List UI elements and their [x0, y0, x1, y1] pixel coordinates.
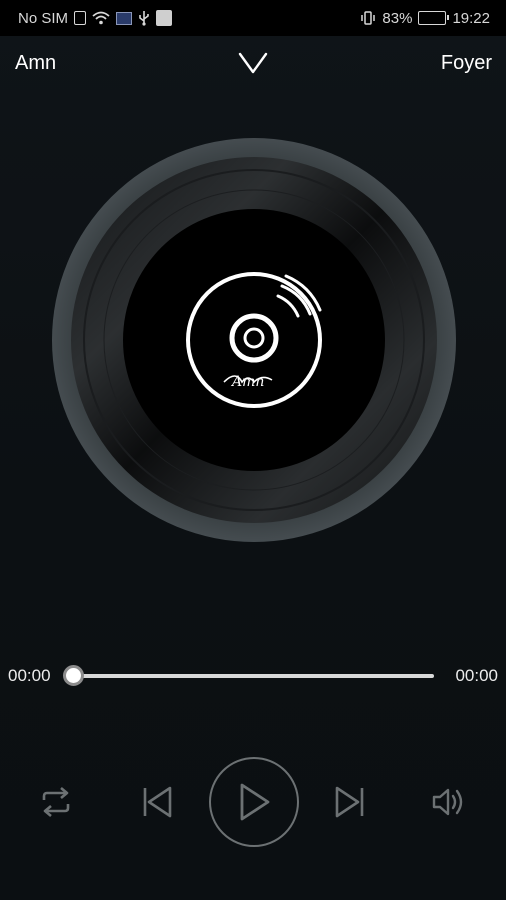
vinyl-disc-icon: Amn: [52, 138, 456, 542]
sim-card-icon: [74, 11, 87, 25]
volume-icon: [432, 788, 463, 816]
wifi-icon: [92, 11, 110, 25]
app-title: Amn: [15, 52, 57, 74]
seek-thumb[interactable]: [63, 665, 84, 686]
skip-next-icon: [335, 786, 364, 818]
battery-icon: [418, 11, 450, 25]
flag-icon: [116, 11, 133, 25]
gallery-icon: [156, 10, 173, 26]
music-player-screen: No SIM 83% 19:22 Amn Foyer Amn 00:00 00:…: [0, 0, 506, 900]
play-icon: [240, 783, 270, 821]
play-button[interactable]: [209, 757, 299, 847]
battery-percent: 83%: [382, 9, 413, 27]
collapse-button[interactable]: [236, 50, 270, 76]
repeat-icon: [42, 787, 70, 817]
vibrate-icon: [360, 10, 376, 26]
volume-button[interactable]: [424, 779, 476, 825]
chevron-down-icon: [238, 52, 268, 74]
usb-icon: [138, 10, 150, 26]
album-logo-text: Amn: [230, 374, 264, 390]
seek-bar[interactable]: [72, 674, 434, 678]
status-bar: No SIM 83% 19:22: [0, 0, 506, 36]
next-button[interactable]: [326, 779, 374, 825]
foyer-label[interactable]: Foyer: [441, 52, 492, 75]
status-left: No SIM: [18, 9, 173, 27]
status-right: 83% 19:22: [360, 10, 490, 27]
carrier-text: No SIM: [18, 9, 69, 27]
repeat-button[interactable]: [30, 779, 82, 825]
current-time: 00:00: [8, 666, 51, 685]
previous-button[interactable]: [133, 779, 181, 825]
skip-previous-icon: [143, 786, 172, 818]
album-art: Amn: [52, 138, 456, 542]
total-time: 00:00: [455, 666, 498, 685]
player-header: Amn Foyer: [0, 44, 506, 84]
clock: 19:22: [452, 9, 490, 27]
